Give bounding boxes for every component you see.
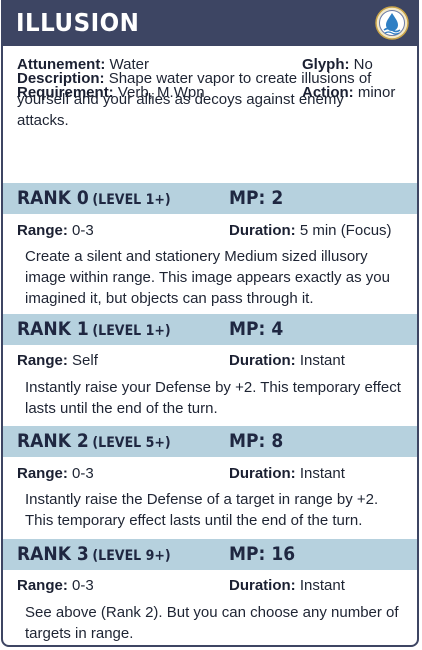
water-drop-emblem-icon [375,6,409,40]
rank-0-range: Range: 0-3 [17,222,94,239]
rank-1-text: Instantly raise your Defense by +2. This… [25,379,401,417]
rank-2-title: RANK 2 (LEVEL 5+) [17,430,171,452]
rank-3-text: See above (Rank 2). But you can choose a… [25,604,399,642]
rank-3-mp: MP: 16 [229,543,296,565]
rank-2-range: Range: 0-3 [17,465,94,482]
rank-0-duration: Duration: 5 min (Focus) [229,222,392,239]
rank-0-title: RANK 0 (LEVEL 1+) [17,187,171,209]
rank-3-level: (LEVEL 9+) [92,548,171,564]
card-header: ILLUSION [3,2,417,46]
rank-2-level: (LEVEL 5+) [92,435,171,451]
rank-1-title: RANK 1 (LEVEL 1+) [17,318,171,340]
description-label: Description: [17,70,105,87]
rank-3-duration: Duration: Instant [229,577,345,594]
spell-card: ILLUSION Attunement: Water Glyph: No Req… [1,0,419,647]
rank-0-header: RANK 0 (LEVEL 1+) MP: 2 [3,183,417,214]
rank-3-title: RANK 3 (LEVEL 9+) [17,543,171,565]
rank-0-mp: MP: 2 [229,187,284,209]
rank-1-duration: Duration: Instant [229,352,345,369]
rank-1-level: (LEVEL 1+) [92,323,171,339]
description: Description: Shape water vapor to create… [17,68,397,131]
rank-1-header: RANK 1 (LEVEL 1+) MP: 4 [3,314,417,345]
rank-3-header: RANK 3 (LEVEL 9+) MP: 16 [3,539,417,570]
card-title: ILLUSION [16,8,140,37]
rank-2-duration: Duration: Instant [229,465,345,482]
rank-2-text: Instantly raise the Defense of a target … [25,491,379,529]
rank-0-text: Create a silent and stationery Medium si… [25,248,390,307]
rank-1-mp: MP: 4 [229,318,284,340]
rank-1-range: Range: Self [17,352,98,369]
rank-3-range: Range: 0-3 [17,577,94,594]
rank-2-header: RANK 2 (LEVEL 5+) MP: 8 [3,426,417,457]
rank-2-mp: MP: 8 [229,430,284,452]
rank-0-level: (LEVEL 1+) [92,192,171,208]
